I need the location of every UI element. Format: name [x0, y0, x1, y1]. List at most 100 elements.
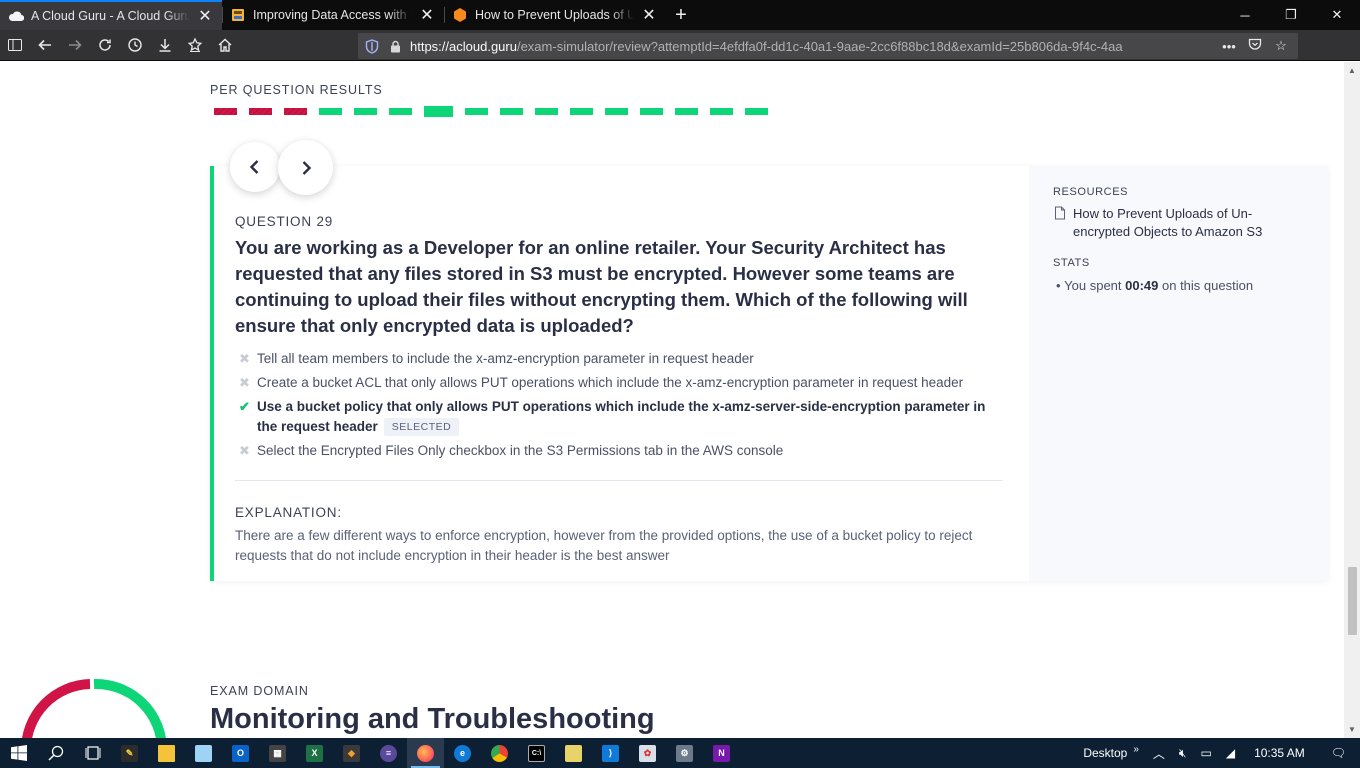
minimize-icon[interactable]: ─	[1222, 0, 1268, 30]
stats-prefix: You spent	[1064, 278, 1126, 293]
scroll-up-icon[interactable]: ▲	[1348, 66, 1356, 75]
app-icon[interactable]: ≡	[370, 738, 407, 768]
page-scrollbar[interactable]: ▲ ▼	[1344, 62, 1360, 738]
result-bar-right[interactable]	[640, 108, 663, 115]
per-question-results-label: PER QUESTION RESULTS	[210, 83, 383, 97]
result-bar-current[interactable]	[424, 106, 453, 117]
excel-icon[interactable]: X	[296, 738, 333, 768]
new-tab-button[interactable]: +	[666, 0, 696, 30]
result-bar-right[interactable]	[535, 108, 558, 115]
result-bar-wrong[interactable]	[214, 108, 237, 115]
question-number: QUESTION 29	[235, 214, 334, 229]
answer-list: ✖ Tell all team members to include the x…	[239, 349, 1009, 465]
windows-taskbar: ✎ O ▦ X ◆ ≡ e C:\ ⟩ ✿ ⚙ N Desktop » ︿ 🔇︎…	[0, 738, 1360, 768]
close-tab-icon[interactable]: ✕	[196, 7, 214, 25]
restore-icon[interactable]: ❐	[1268, 0, 1314, 30]
library-icon[interactable]	[180, 31, 210, 59]
terminal-icon[interactable]: C:\	[518, 738, 555, 768]
start-icon[interactable]	[0, 738, 37, 768]
answer-option: ✖ Create a bucket ACL that only allows P…	[239, 373, 1009, 393]
exam-domain-title: Monitoring and Troubleshooting	[210, 703, 655, 735]
resource-link[interactable]: How to Prevent Uploads of Un-encrypted O…	[1054, 205, 1294, 241]
answer-text: Create a bucket ACL that only allows PUT…	[257, 375, 964, 390]
scroll-down-icon[interactable]: ▼	[1348, 725, 1356, 734]
reload-icon[interactable]	[90, 31, 120, 59]
pocket-icon[interactable]	[1244, 38, 1266, 54]
notifications-icon[interactable]: 🗨︎	[1317, 746, 1360, 760]
bookmark-star-icon[interactable]: ☆	[1270, 38, 1292, 54]
task-view-icon[interactable]	[74, 738, 111, 768]
onenote-icon[interactable]: N	[703, 738, 740, 768]
domain-score-donut	[22, 678, 166, 738]
git-icon[interactable]: ◆	[333, 738, 370, 768]
tab-improving-data-access[interactable]: Improving Data Access with Se ✕	[222, 0, 444, 30]
answer-text-container: Use a bucket policy that only allows PUT…	[257, 397, 1009, 437]
cross-icon: ✖	[239, 375, 250, 390]
paint-icon[interactable]: ✿	[629, 738, 666, 768]
home-icon[interactable]	[210, 31, 240, 59]
result-bar-right[interactable]	[675, 108, 698, 115]
battery-icon[interactable]: ▭	[1193, 746, 1218, 760]
history-icon[interactable]	[120, 31, 150, 59]
address-bar[interactable]: https://acloud.guru/exam-simulator/revie…	[358, 33, 1298, 59]
volume-muted-icon[interactable]: 🔇︎	[1172, 746, 1194, 761]
previous-question-button[interactable]	[230, 142, 280, 192]
result-bar-wrong[interactable]	[284, 108, 307, 115]
tracking-shield-icon[interactable]	[358, 38, 386, 54]
edge-icon[interactable]: e	[444, 738, 481, 768]
chevron-up-icon[interactable]: ︿	[1146, 745, 1172, 762]
sidebar-toggle-icon[interactable]	[0, 31, 30, 59]
system-tray: Desktop » ︿ 🔇︎ ▭ ◢ 10:35 AM 🗨︎	[1076, 744, 1360, 762]
result-bar-right[interactable]	[710, 108, 733, 115]
time-spent-stat: • You spent 00:49 on this question	[1056, 278, 1253, 293]
scrollbar-thumb[interactable]	[1348, 567, 1357, 635]
browser-toolbar: https://acloud.guru/exam-simulator/revie…	[0, 30, 1360, 83]
tab-title: A Cloud Guru - A Cloud Guru	[31, 9, 190, 23]
exam-domain-label: EXAM DOMAIN	[210, 684, 309, 698]
stats-suffix: on this question	[1158, 278, 1254, 293]
notepad-icon[interactable]	[185, 738, 222, 768]
result-bar-right[interactable]	[465, 108, 488, 115]
file-explorer-icon[interactable]	[148, 738, 185, 768]
result-bar-wrong[interactable]	[249, 108, 272, 115]
next-question-button[interactable]	[278, 140, 333, 195]
result-bar-right[interactable]	[500, 108, 523, 115]
notes-icon[interactable]	[555, 738, 592, 768]
back-icon[interactable]	[30, 31, 60, 59]
close-window-icon[interactable]: ✕	[1314, 0, 1360, 30]
resource-link-text[interactable]: How to Prevent Uploads of Un-encrypted O…	[1073, 205, 1294, 241]
cross-icon: ✖	[239, 351, 250, 366]
firefox-icon[interactable]	[407, 738, 444, 768]
aws-icon	[452, 7, 468, 23]
result-bar-right[interactable]	[319, 108, 342, 115]
resources-label: RESOURCES	[1053, 186, 1129, 198]
download-icon[interactable]	[150, 31, 180, 59]
wifi-icon[interactable]: ◢	[1219, 746, 1242, 760]
browser-tab-strip: A Cloud Guru - A Cloud Guru ✕ Improving …	[0, 0, 1360, 30]
result-bar-right[interactable]	[389, 108, 412, 115]
lock-icon[interactable]	[386, 40, 404, 53]
answer-option: ✖ Select the Encrypted Files Only checkb…	[239, 441, 1009, 461]
result-bar-right[interactable]	[570, 108, 593, 115]
tab-acloudguru[interactable]: A Cloud Guru - A Cloud Guru ✕	[0, 0, 222, 30]
chrome-icon[interactable]	[481, 738, 518, 768]
close-tab-icon[interactable]: ✕	[418, 6, 436, 24]
close-tab-icon[interactable]: ✕	[640, 6, 658, 24]
vscode-icon[interactable]: ⟩	[592, 738, 629, 768]
chevron-left-icon	[249, 160, 259, 174]
outlook-icon[interactable]: O	[222, 738, 259, 768]
calculator-icon[interactable]: ▦	[259, 738, 296, 768]
forward-icon[interactable]	[60, 31, 90, 59]
app-icon[interactable]: ✎	[111, 738, 148, 768]
settings-icon[interactable]: ⚙	[666, 738, 703, 768]
result-bar-right[interactable]	[745, 108, 768, 115]
chevron-right-icon[interactable]: »	[1126, 744, 1146, 755]
tab-prevent-uploads[interactable]: How to Prevent Uploads of Une ✕	[444, 0, 666, 30]
page-actions-icon[interactable]: •••	[1218, 39, 1240, 54]
clock-time[interactable]: 10:35 AM	[1242, 746, 1317, 760]
result-bar-right[interactable]	[605, 108, 628, 115]
document-icon	[1054, 205, 1073, 241]
search-icon[interactable]	[37, 738, 74, 768]
result-bar-right[interactable]	[354, 108, 377, 115]
tab-title: Improving Data Access with Se	[253, 8, 412, 22]
